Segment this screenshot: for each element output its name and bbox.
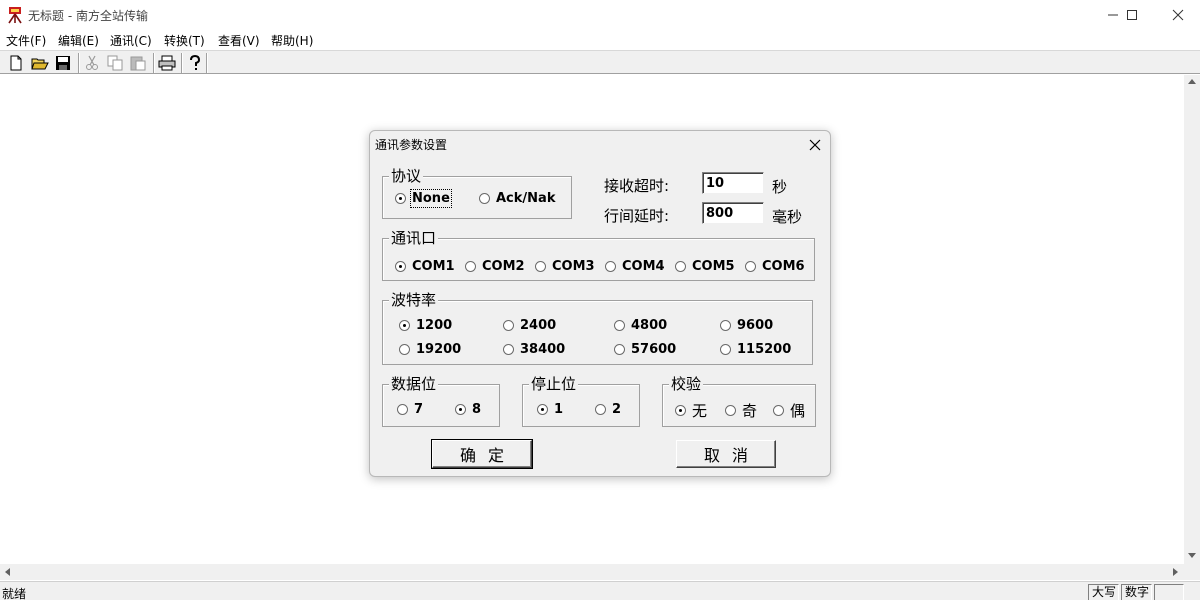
scroll-corner [1184,564,1200,580]
line-delay-input[interactable] [702,202,764,224]
line-delay-unit: 毫秒 [772,208,803,226]
app-logo-icon [6,6,24,24]
maximize-button[interactable] [1109,0,1155,30]
status-text: 就绪 [2,587,27,600]
parity-even-radio[interactable]: 偶 [773,400,805,421]
close-icon [1172,9,1184,21]
caps-lock-indicator: 大写 [1088,584,1119,600]
receive-timeout-label: 接收超时: [604,177,670,195]
cut-icon[interactable] [82,53,102,72]
data-bits-8-radio[interactable]: 8 [455,402,481,417]
scroll-up-icon[interactable] [1188,79,1196,84]
receive-timeout-unit: 秒 [772,178,788,196]
horizontal-scrollbar[interactable] [0,564,1184,580]
dialog-title: 通讯参数设置 [375,138,448,152]
cancel-button[interactable]: 取消 [676,440,776,468]
vertical-scrollbar[interactable] [1184,75,1200,564]
stop-bits-1-radio[interactable]: 1 [537,402,563,417]
new-file-icon[interactable] [6,53,26,72]
print-icon[interactable] [157,53,177,72]
port-com6-radio[interactable]: COM6 [745,259,805,274]
toolbar-separator [78,53,80,73]
data-bits-group-label: 数据位 [389,375,439,393]
ok-button[interactable]: 确定 [431,439,533,469]
window-title: 无标题 - 南方全站传输 [28,9,148,23]
title-bar: 无标题 - 南方全站传输 [0,0,1200,30]
stop-bits-group-label: 停止位 [529,375,579,393]
data-bits-7-radio[interactable]: 7 [397,402,423,417]
baud-2400-radio[interactable]: 2400 [503,318,556,333]
dialog-close-button[interactable] [803,134,827,156]
maximize-icon [1127,10,1137,20]
menu-edit[interactable]: 编辑(E) [58,32,99,49]
comm-settings-dialog: 通讯参数设置 协议 None Ack/Nak 接收超时: 秒 行间延时: 毫秒 … [369,130,831,477]
paste-icon[interactable] [128,53,148,72]
toolbar-separator [153,53,155,73]
parity-group-label: 校验 [669,375,704,393]
baud-rate-group-label: 波特率 [389,291,439,309]
save-icon[interactable] [53,53,73,72]
data-bits-group: 数据位 7 8 [382,375,500,427]
toolbar [0,50,1200,74]
protocol-group: 协议 None Ack/Nak [382,167,572,219]
menu-view[interactable]: 查看(V) [218,32,260,49]
open-folder-icon[interactable] [30,53,50,72]
toolbar-separator [181,53,183,73]
protocol-group-label: 协议 [389,167,424,185]
port-com3-radio[interactable]: COM3 [535,259,595,274]
scroll-left-icon[interactable] [5,568,10,576]
menu-help[interactable]: 帮助(H) [271,32,313,49]
port-group: 通讯口 COM1 COM2 COM3 COM4 COM5 COM6 [382,229,815,281]
line-delay-label: 行间延时: [604,207,670,225]
port-com1-radio[interactable]: COM1 [395,259,455,274]
stop-bits-2-radio[interactable]: 2 [595,402,621,417]
close-icon [809,139,821,151]
protocol-none-radio[interactable]: None [395,189,452,208]
status-bar: 就绪 大写 数字 [0,581,1200,600]
help-icon[interactable] [185,53,205,72]
num-lock-indicator: 数字 [1121,584,1152,600]
close-button[interactable] [1155,0,1200,30]
parity-group: 校验 无 奇 偶 [662,375,816,427]
baud-57600-radio[interactable]: 57600 [614,342,676,357]
stop-bits-group: 停止位 1 2 [522,375,640,427]
baud-1200-radio[interactable]: 1200 [399,318,452,333]
copy-icon[interactable] [105,53,125,72]
baud-19200-radio[interactable]: 19200 [399,342,461,357]
menu-convert[interactable]: 转换(T) [164,32,205,49]
scroll-down-icon[interactable] [1188,553,1196,558]
baud-9600-radio[interactable]: 9600 [720,318,773,333]
baud-4800-radio[interactable]: 4800 [614,318,667,333]
baud-115200-radio[interactable]: 115200 [720,342,791,357]
menu-communication[interactable]: 通讯(C) [110,32,152,49]
menu-file[interactable]: 文件(F) [6,32,46,49]
port-com5-radio[interactable]: COM5 [675,259,735,274]
baud-rate-group: 波特率 1200 2400 4800 9600 19200 38400 5760… [382,291,813,365]
port-group-label: 通讯口 [389,229,439,247]
receive-timeout-input[interactable] [702,172,764,194]
menu-bar: 文件(F) 编辑(E) 通讯(C) 转换(T) 查看(V) 帮助(H) [0,30,1200,50]
baud-38400-radio[interactable]: 38400 [503,342,565,357]
scroll-right-icon[interactable] [1173,568,1178,576]
protocol-acknak-radio[interactable]: Ack/Nak [479,191,555,206]
toolbar-separator [206,53,208,73]
port-com4-radio[interactable]: COM4 [605,259,665,274]
port-com2-radio[interactable]: COM2 [465,259,525,274]
parity-odd-radio[interactable]: 奇 [725,400,757,421]
status-pane-empty [1154,584,1184,600]
parity-none-radio[interactable]: 无 [675,400,707,421]
